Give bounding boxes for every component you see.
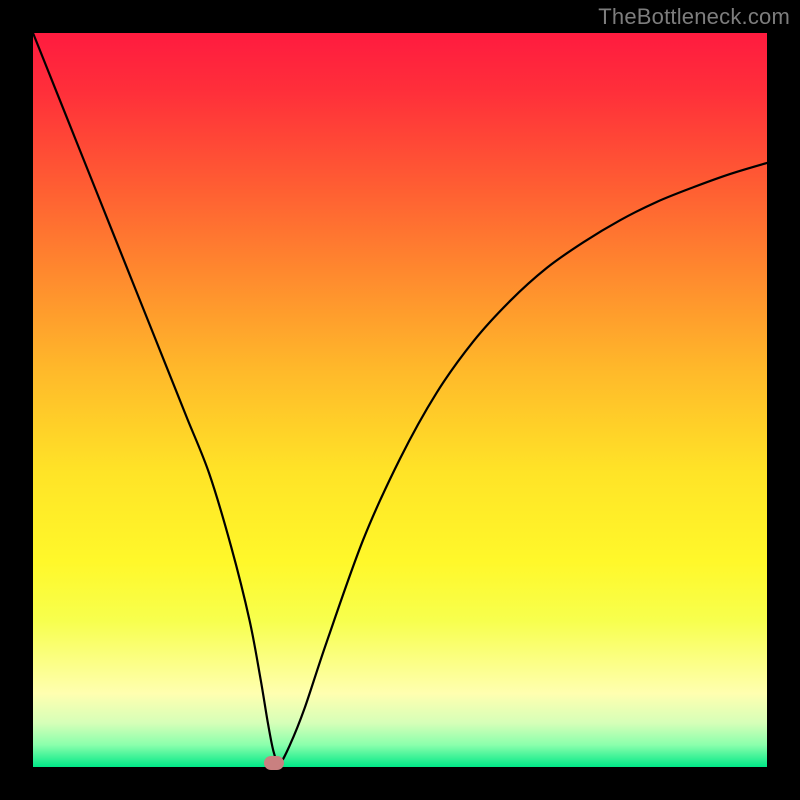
chart-frame: TheBottleneck.com bbox=[0, 0, 800, 800]
optimal-point-marker bbox=[264, 756, 284, 770]
plot-area bbox=[33, 33, 767, 767]
watermark-text: TheBottleneck.com bbox=[598, 4, 790, 30]
bottleneck-curve bbox=[33, 33, 767, 767]
